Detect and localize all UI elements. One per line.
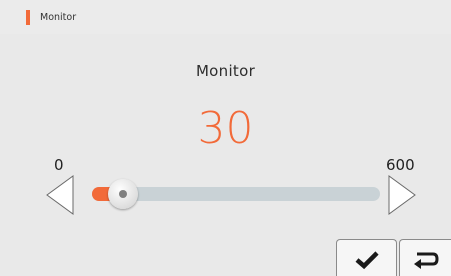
header-bar: Monitor (0, 0, 451, 34)
slider-max-label: 600 (386, 156, 415, 174)
increment-button[interactable] (388, 175, 416, 215)
return-arrow-icon (414, 252, 439, 269)
header-title: Monitor (40, 12, 77, 23)
parameter-label: Monitor (195, 62, 256, 80)
monitor-settings-screen: Monitor Monitor 30 0 600 (0, 0, 451, 276)
slider-thumb-dot (118, 190, 127, 198)
back-button[interactable] (399, 239, 451, 276)
triangle-right-icon (388, 175, 416, 215)
confirm-button[interactable] (336, 239, 397, 276)
triangle-left-icon (46, 175, 74, 215)
header-accent-bar (26, 10, 30, 25)
decrement-button[interactable] (46, 175, 74, 215)
slider-thumb[interactable] (107, 179, 138, 209)
checkmark-icon (355, 251, 379, 270)
parameter-value: 30 (197, 103, 254, 154)
slider-min-label: 0 (54, 156, 64, 174)
